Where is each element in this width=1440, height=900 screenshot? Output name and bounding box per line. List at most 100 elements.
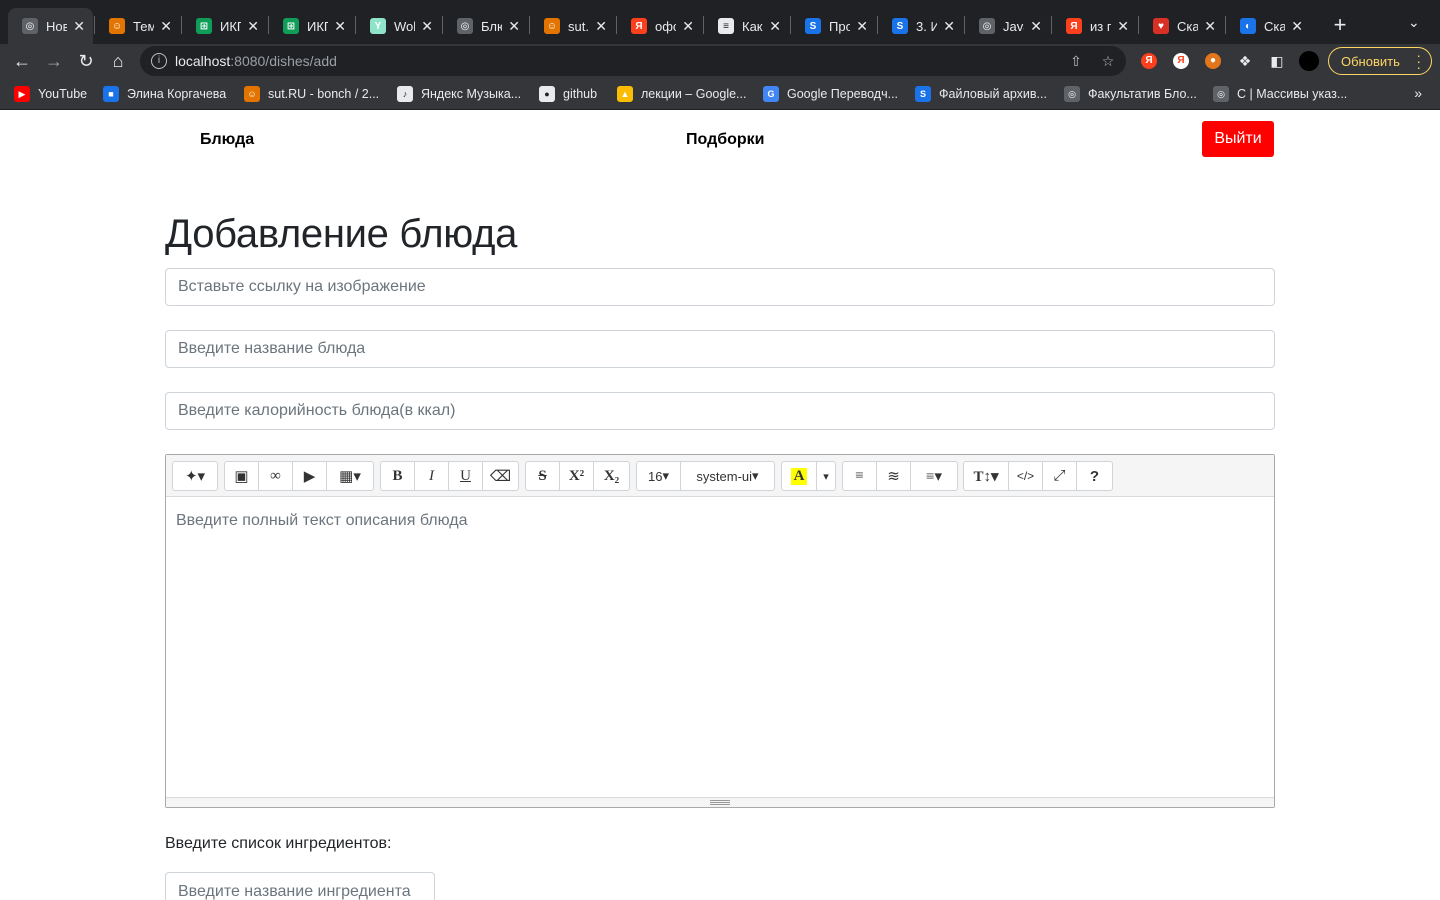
browser-tab[interactable]: ☺ Тем ✕ [95,8,180,44]
insert-table-icon[interactable]: ▦▾ [326,461,374,491]
bookmark-item[interactable]: ■ Элина Коргачева [103,86,226,102]
forward-icon[interactable]: → [41,48,67,74]
browser-tab[interactable]: ◎ Блю ✕ [443,8,528,44]
metamask-extension-icon[interactable]: ● [1205,53,1221,69]
tab-strip: ◎Нов✕☺Тем✕⊞ИКГ✕⊞ИКГ✕YWol✕◎Блю✕☺sut.✕Яофо… [0,0,1440,44]
calories-input[interactable] [165,392,1275,430]
close-tab-icon[interactable]: ✕ [769,18,781,35]
yandex-icon: Я [1066,18,1082,34]
fullscreen-icon[interactable]: ⤢ [1042,461,1077,491]
browser-tab[interactable]: Яиз п ✕ [1052,8,1137,44]
bookmark-item[interactable]: ♪ Яндекс Музыка... [397,86,521,102]
description-editor-area[interactable]: Введите полный текст описания блюда [166,497,1274,797]
close-tab-icon[interactable]: ✕ [73,18,85,35]
close-tab-icon[interactable]: ✕ [595,18,607,35]
browser-tab[interactable]: ♥ Ска ✕ [1139,8,1224,44]
more-bookmarks-icon[interactable]: » [1414,85,1422,101]
paragraph-align-icon[interactable]: ≡▾ [910,461,958,491]
browser-tab[interactable]: ◐ Ска ✕ [1226,8,1311,44]
browser-tab[interactable]: Яофо ✕ [617,8,702,44]
back-icon[interactable]: ← [9,48,35,74]
contact-icon: ☺ [109,18,125,34]
update-browser-button[interactable]: Обновить · · · [1328,47,1432,75]
close-tab-icon[interactable]: ✕ [1117,18,1129,35]
line-height-icon[interactable]: T↕▾ [963,461,1009,491]
dish-name-input[interactable] [165,330,1275,368]
logout-button[interactable]: Выйти [1202,121,1274,157]
bookmark-item[interactable]: ▲ лекции – Google... [617,86,746,102]
bookmark-item[interactable]: ● github [539,86,597,102]
style-magic-icon[interactable]: ✦▾ [172,461,218,491]
home-icon[interactable]: ⌂ [105,48,131,74]
help-icon[interactable]: ? [1076,461,1113,491]
eraser-icon[interactable]: ⌫ [482,461,519,491]
tab-title: Как [742,18,763,34]
nav-link-dishes[interactable]: Блюда [200,131,254,149]
close-tab-icon[interactable]: ✕ [247,18,259,35]
image-url-input[interactable] [165,268,1275,306]
tab-title: Wol [394,18,416,34]
bookmark-item[interactable]: S Файловый архив... [915,86,1047,102]
color-dropdown-icon[interactable]: ▾ [816,461,836,491]
font-family-dropdown[interactable]: system-ui ▾ [680,461,775,491]
numbered-list-icon[interactable]: ≋ [876,461,911,491]
bookmark-star-icon[interactable]: ☆ [1100,53,1116,69]
close-tab-icon[interactable]: ✕ [856,18,868,35]
browser-tab[interactable]: S 3. И ✕ [878,8,963,44]
close-tab-icon[interactable]: ✕ [682,18,694,35]
close-tab-icon[interactable]: ✕ [1291,18,1303,35]
font-size-dropdown[interactable]: 16 ▾ [636,461,681,491]
underline-icon[interactable]: U [448,461,483,491]
close-tab-icon[interactable]: ✕ [943,18,955,35]
editor-resize-handle[interactable] [166,797,1274,807]
insert-link-icon[interactable]: ∞ [258,461,293,491]
bulleted-list-icon[interactable]: ≡ [842,461,877,491]
highlight-color-icon[interactable]: A [781,461,817,491]
heart-icon: ♥ [1153,18,1169,34]
site-info-icon[interactable]: i [151,53,167,69]
browser-tab[interactable]: ◎ Нов ✕ [8,8,93,44]
reload-icon[interactable]: ↻ [73,48,99,74]
browser-tab[interactable]: ≡ Как ✕ [704,8,789,44]
close-tab-icon[interactable]: ✕ [160,18,172,35]
bookmark-item[interactable]: ◎ Факультатив Бло... [1064,86,1197,102]
close-tab-icon[interactable]: ✕ [421,18,433,35]
tab-title: Ска [1264,18,1286,34]
browser-tab[interactable]: S Про ✕ [791,8,876,44]
italic-icon[interactable]: I [414,461,449,491]
bookmark-item[interactable]: G Google Переводч... [763,86,898,102]
browser-tab[interactable]: ⊞ ИКГ ✕ [182,8,267,44]
browser-tab[interactable]: ☺ sut. ✕ [530,8,615,44]
new-tab-icon[interactable]: + [1330,12,1350,38]
superscript-icon[interactable]: X² [559,461,594,491]
close-tab-icon[interactable]: ✕ [1204,18,1216,35]
profile-avatar[interactable] [1299,51,1319,71]
yandex-extension-icon[interactable]: Я [1141,53,1157,69]
close-tab-icon[interactable]: ✕ [1030,18,1042,35]
code-view-icon[interactable]: </> [1008,461,1043,491]
side-panel-icon[interactable]: ◧ [1269,53,1285,69]
strikethrough-icon[interactable]: S [525,461,560,491]
close-tab-icon[interactable]: ✕ [508,18,520,35]
nav-link-collections[interactable]: Подборки [686,131,765,149]
browser-tab[interactable]: ◎ Java ✕ [965,8,1050,44]
extensions-puzzle-icon[interactable]: ❖ [1237,53,1253,69]
bookmark-item[interactable]: ◎ С | Массивы указ... [1213,86,1347,102]
browser-tab[interactable]: Y Wol ✕ [356,8,441,44]
share-icon[interactable]: ⇧ [1068,53,1084,69]
bookmark-item[interactable]: ☺ sut.RU - bonch / 2... [244,86,379,102]
bookmark-item[interactable]: ▶ YouTube [14,86,87,102]
close-tab-icon[interactable]: ✕ [334,18,346,35]
yandex-browser-extension-icon[interactable]: Я [1173,53,1189,69]
ingredient-name-input[interactable] [165,872,435,900]
tab-title: sut. [568,18,589,34]
insert-video-icon[interactable]: ▶ [292,461,327,491]
update-label: Обновить [1341,53,1400,69]
url-text[interactable]: localhost:8080/dishes/add [175,53,337,69]
browser-tab[interactable]: ⊞ ИКГ ✕ [269,8,354,44]
tab-search-icon[interactable]: ⌄ [1408,14,1420,31]
address-bar[interactable]: i localhost:8080/dishes/add ⇧ ☆ [140,46,1126,76]
insert-picture-icon[interactable]: ▣ [224,461,259,491]
bold-icon[interactable]: B [380,461,415,491]
subscript-icon[interactable]: X₂ [593,461,630,491]
